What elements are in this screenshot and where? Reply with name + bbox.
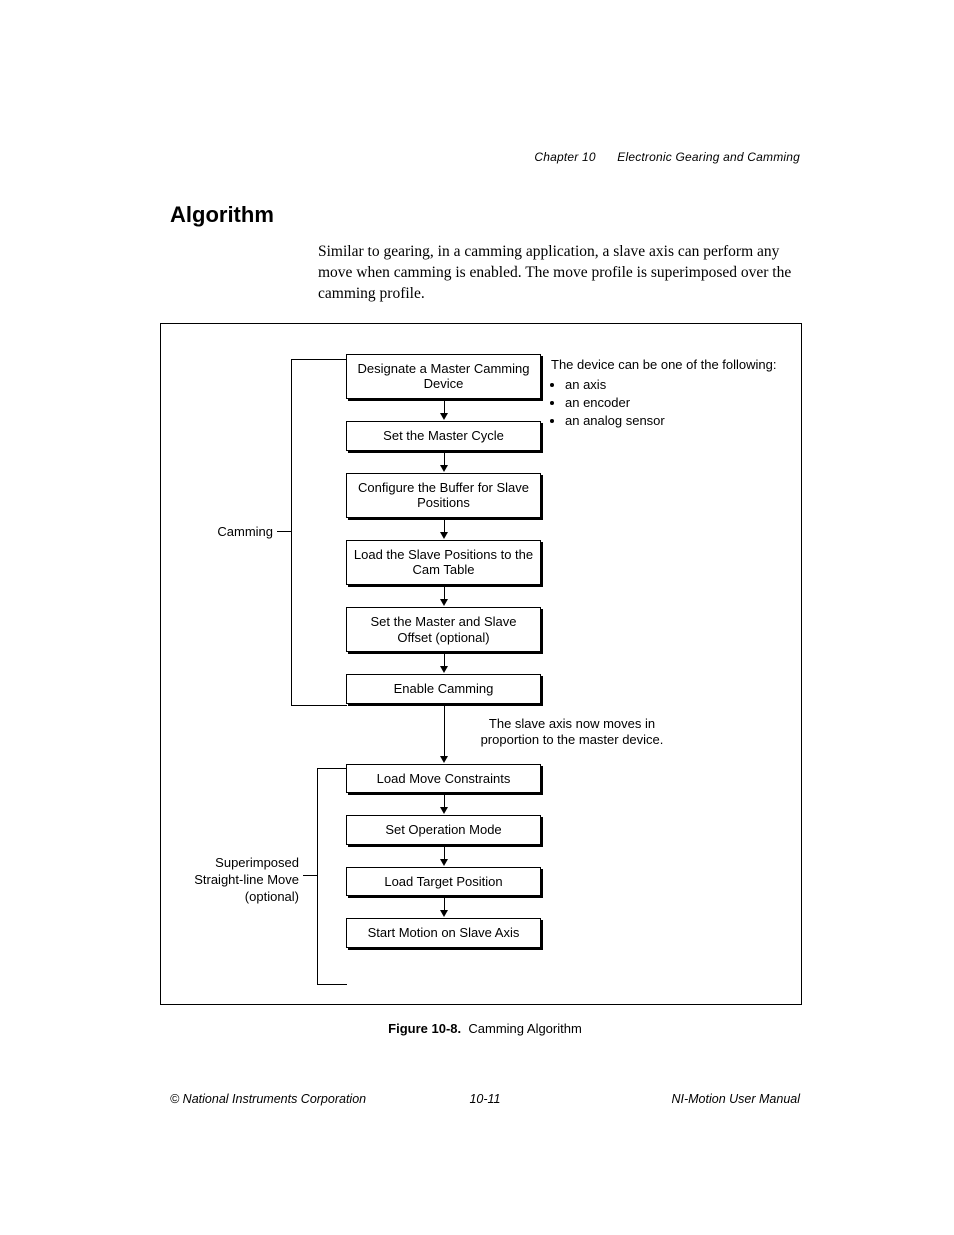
side-note-item: an axis: [565, 376, 786, 394]
flow-box: Load Move Constraints: [346, 764, 541, 794]
arrow-down-icon: [346, 845, 541, 867]
callout-line: [277, 531, 291, 532]
label-superimposed: Superimposed Straight-line Move (optiona…: [179, 855, 299, 906]
arrow-down-icon: [346, 518, 541, 540]
side-note-item: an encoder: [565, 394, 786, 412]
flow-box: Set the Master Cycle: [346, 421, 541, 451]
caption-text: Camming Algorithm: [468, 1021, 581, 1036]
bracket-superimposed: [317, 768, 347, 985]
arrow-down-icon: [346, 896, 541, 918]
flow-box: Start Motion on Slave Axis: [346, 918, 541, 948]
mid-note: The slave axis now moves in proportion t…: [457, 716, 687, 749]
flow-box: Enable Camming: [346, 674, 541, 704]
callout-line: [303, 875, 317, 876]
arrow-down-icon: [346, 399, 541, 421]
footer-right: NI-Motion User Manual: [671, 1092, 800, 1106]
flow-box: Set Operation Mode: [346, 815, 541, 845]
side-note-title: The device can be one of the following:: [551, 356, 786, 374]
arrow-down-icon: [346, 793, 541, 815]
flowchart: Designate a Master Camming Device Set th…: [346, 354, 541, 948]
flow-box: Load the Slave Positions to the Cam Tabl…: [346, 540, 541, 585]
figure-caption: Figure 10-8. Camming Algorithm: [170, 1021, 800, 1036]
section-heading: Algorithm: [170, 202, 800, 228]
caption-label: Figure 10-8.: [388, 1021, 461, 1036]
side-note: The device can be one of the following: …: [551, 356, 786, 431]
label-camming: Camming: [197, 524, 273, 541]
flow-box: Designate a Master Camming Device: [346, 354, 541, 399]
chapter-label: Chapter 10: [534, 150, 595, 164]
arrow-down-icon: [346, 451, 541, 473]
flow-box: Configure the Buffer for Slave Positions: [346, 473, 541, 518]
body-paragraph: Similar to gearing, in a camming applica…: [318, 242, 800, 305]
chapter-title: Electronic Gearing and Camming: [617, 150, 800, 164]
flow-box: Set the Master and Slave Offset (optiona…: [346, 607, 541, 652]
flow-box: Load Target Position: [346, 867, 541, 897]
arrow-down-icon: [346, 652, 541, 674]
running-header: Chapter 10 Electronic Gearing and Cammin…: [534, 150, 800, 164]
bracket-camming: [291, 359, 347, 706]
figure-frame: Camming Superimposed Straight-line Move …: [160, 323, 802, 1005]
arrow-down-icon: [346, 585, 541, 607]
side-note-item: an analog sensor: [565, 412, 786, 430]
